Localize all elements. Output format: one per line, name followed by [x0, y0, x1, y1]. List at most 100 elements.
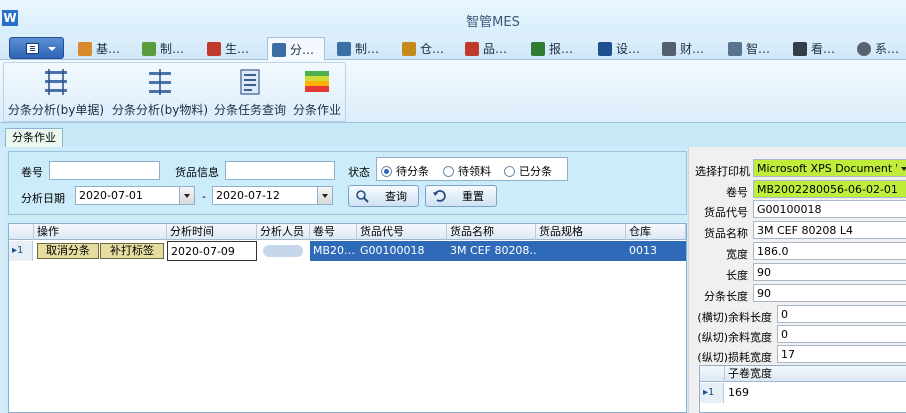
warehouse-cell[interactable]: 0013 — [626, 241, 686, 261]
table-row[interactable]: ▸1 169 — [700, 383, 906, 403]
tab-dashboard[interactable]: 看… — [789, 37, 835, 60]
column-header-goods-spec[interactable]: 货品规格 — [536, 224, 626, 240]
cross-remain-length-field[interactable]: 0 — [777, 305, 906, 323]
tab-make-2[interactable]: 制… — [333, 37, 379, 60]
slit-length-label: 分条长度 — [704, 290, 748, 303]
chevron-down-icon[interactable] — [179, 187, 194, 204]
roll-no-detail-field[interactable]: MB2002280056-06-02-01 — [753, 180, 906, 198]
chevron-down-icon — [48, 47, 56, 51]
grid-header: 操作 分析时间 分析人员 卷号 货品代号 货品名称 货品规格 仓库 — [9, 224, 686, 240]
length-label: 长度 — [726, 269, 748, 282]
reset-button[interactable]: 重置 — [425, 185, 497, 207]
slit-operation-icon — [302, 67, 332, 97]
slit-by-document-button[interactable]: 分条分析(by单据) — [6, 67, 106, 118]
status-label: 状态 — [348, 166, 370, 179]
query-button[interactable]: 查询 — [348, 185, 419, 207]
column-header-analyst[interactable]: 分析人员 — [257, 224, 310, 240]
width-field[interactable]: 186.0 — [753, 242, 906, 260]
task-query-button[interactable]: 分条任务查询 — [212, 67, 288, 118]
date-from-picker[interactable]: 2020-07-01 — [75, 186, 195, 205]
analyst-cell[interactable] — [257, 241, 310, 261]
main-pane: 卷号 货品信息 状态 待分条 待领料 已分条 分析日期 2020-07-01 -… — [4, 147, 688, 413]
long-loss-width-field[interactable]: 17 — [777, 345, 906, 363]
long-remain-width-field[interactable]: 0 — [777, 325, 906, 343]
window-title: 智管MES — [466, 15, 520, 30]
ribbon-tab-bar: 基… 制… 生… 分… 制… 仓… 品… 报… 设… 财… 智… 看… 系… — [0, 34, 906, 61]
reprint-label-button[interactable]: 补打标签 — [100, 243, 164, 259]
tab-smart[interactable]: 智… — [724, 37, 770, 60]
roll-no-detail-label: 卷号 — [726, 186, 748, 199]
filter-panel: 卷号 货品信息 状态 待分条 待领料 已分条 分析日期 2020-07-01 -… — [8, 151, 687, 215]
column-header-roll-no[interactable]: 卷号 — [310, 224, 357, 240]
monitor-icon — [793, 41, 807, 56]
roll-no-label: 卷号 — [21, 166, 43, 179]
tab-quality[interactable]: 品… — [461, 37, 507, 60]
date-to-picker[interactable]: 2020-07-12 — [212, 186, 333, 205]
tab-slit-operation[interactable]: 分条作业 — [5, 128, 63, 148]
roll-no-cell[interactable]: MB20… — [310, 241, 357, 261]
tag-icon — [662, 41, 676, 56]
cancel-slit-button[interactable]: 取消分条 — [37, 243, 99, 259]
scissors-icon — [272, 42, 286, 57]
base-icon — [78, 41, 92, 56]
status-radio-group: 待分条 待领料 已分条 — [376, 157, 568, 181]
chevron-down-icon[interactable] — [897, 160, 906, 176]
chevron-down-icon[interactable] — [317, 187, 332, 204]
goods-info-input[interactable] — [225, 161, 335, 180]
goods-spec-cell[interactable] — [536, 241, 626, 261]
slit-by-material-button[interactable]: 分条分析(by物料) — [110, 67, 210, 118]
detail-panel: 选择打印机 Microsoft XPS Document Wr 卷号 MB200… — [688, 147, 906, 413]
length-field[interactable]: 90 — [753, 263, 906, 281]
column-header-action[interactable]: 操作 — [34, 224, 167, 240]
ribbon-panel: 分条分析(by单据) 分条分析(by物料) 分条任务查询 分条作业 — [0, 60, 906, 123]
report-icon — [531, 41, 545, 56]
tab-device[interactable]: 设… — [594, 37, 640, 60]
slit-operation-button[interactable]: 分条作业 — [290, 67, 344, 118]
slit-by-material-icon — [145, 67, 175, 97]
goods-name-detail-field[interactable]: 3M CEF 80208 L4 — [753, 221, 906, 239]
device-icon — [598, 41, 612, 56]
goods-name-cell[interactable]: 3M CEF 80208… — [447, 241, 536, 261]
sub-roll-width-cell[interactable]: 169 — [725, 383, 906, 403]
slit-length-field[interactable]: 90 — [753, 284, 906, 302]
tab-report[interactable]: 报… — [527, 37, 573, 60]
goods-code-cell[interactable]: G00100018 — [357, 241, 447, 261]
column-header-goods-code[interactable]: 货品代号 — [357, 224, 447, 240]
row-indicator[interactable]: ▸1 — [9, 241, 33, 261]
table-row[interactable]: ▸1 取消分条 补打标签 2020-07-09 MB20… G00100018 … — [9, 241, 686, 261]
status-radio-pending-slit[interactable]: 待分条 — [381, 163, 429, 179]
tab-finance[interactable]: 财… — [658, 37, 704, 60]
search-doc-icon — [337, 41, 351, 56]
slit-by-document-icon — [41, 67, 71, 97]
tab-production[interactable]: 生… — [203, 37, 249, 60]
tab-make-1[interactable]: 制… — [138, 37, 184, 60]
roll-no-input[interactable] — [49, 161, 160, 180]
chart-edit-icon — [142, 41, 156, 56]
undo-icon — [432, 189, 446, 203]
warehouse-box-icon — [402, 41, 416, 56]
diamond-icon — [465, 41, 479, 56]
column-header-analysis-time[interactable]: 分析时间 — [167, 224, 257, 240]
goods-code-detail-field[interactable]: G00100018 — [753, 200, 906, 218]
goods-name-detail-label: 货品名称 — [704, 227, 748, 240]
sub-roll-width-grid: 子卷宽度 ▸1 169 — [699, 365, 906, 413]
row-indicator[interactable]: ▸1 — [700, 383, 724, 403]
status-radio-pending-pick[interactable]: 待领料 — [443, 163, 491, 179]
search-icon — [355, 189, 369, 203]
printer-select[interactable]: Microsoft XPS Document Wr — [753, 159, 906, 177]
tab-warehouse[interactable]: 仓… — [398, 37, 444, 60]
smart-icon — [728, 41, 742, 56]
tab-basic[interactable]: 基… — [74, 37, 120, 60]
status-radio-slit-done[interactable]: 已分条 — [504, 163, 552, 179]
column-header-warehouse[interactable]: 仓库 — [626, 224, 686, 240]
tab-system[interactable]: 系… — [853, 37, 899, 60]
task-query-icon — [235, 67, 265, 97]
analysis-time-cell[interactable]: 2020-07-09 — [167, 241, 257, 261]
document-tab-bar: 分条作业 — [0, 123, 906, 148]
tab-slitting[interactable]: 分… — [267, 37, 325, 61]
slit-task-grid: 操作 分析时间 分析人员 卷号 货品代号 货品名称 货品规格 仓库 ▸1 取消分… — [8, 223, 687, 413]
column-header-goods-name[interactable]: 货品名称 — [447, 224, 536, 240]
column-header-sub-roll-width[interactable]: 子卷宽度 — [725, 366, 906, 382]
long-remain-width-label: (纵切)余料宽度 — [697, 331, 772, 344]
application-menu-button[interactable] — [9, 37, 64, 59]
